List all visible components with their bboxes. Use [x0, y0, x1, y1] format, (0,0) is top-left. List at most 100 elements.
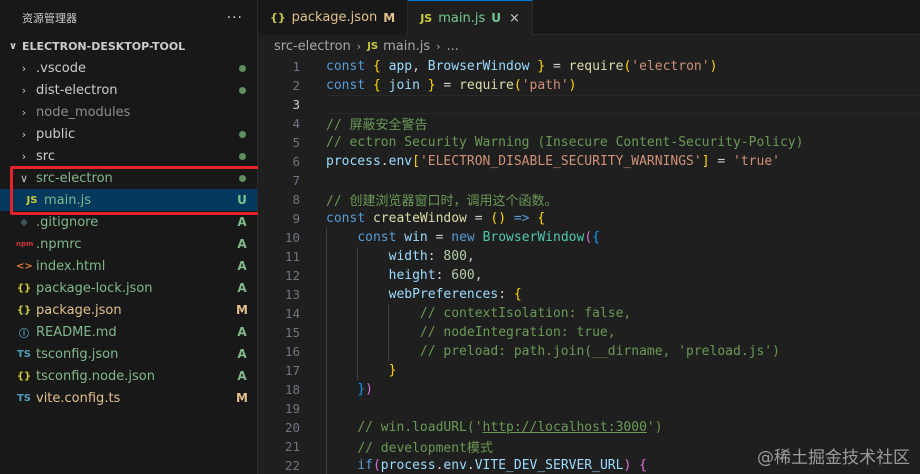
- tree-item-label: tsconfig.json: [36, 346, 119, 362]
- indent-guide: [357, 361, 359, 380]
- tree-item[interactable]: › dist-electron: [0, 79, 257, 101]
- line-number: 2: [292, 78, 300, 93]
- tree-item[interactable]: ◆ .gitignore A: [0, 211, 257, 233]
- tree-item-label: package-lock.json: [36, 280, 153, 296]
- tree-item[interactable]: {} package-lock.json A: [0, 277, 257, 299]
- code-line[interactable]: 20 // win.loadURL('http://localhost:3000…: [258, 418, 920, 437]
- code-line[interactable]: 4 // 屏蔽安全警告: [258, 114, 920, 133]
- chevron-right-icon: ›: [436, 39, 441, 53]
- modified-dot-icon: [227, 152, 257, 160]
- line-number: 10: [284, 230, 300, 245]
- tree-item[interactable]: › src: [0, 145, 257, 167]
- code-editor[interactable]: 1 const { app, BrowserWindow } = require(…: [258, 57, 920, 474]
- indent-guide: [388, 304, 390, 323]
- editor-tabs: {} package.json M JS main.js U ×: [258, 0, 920, 35]
- tree-item[interactable]: TS tsconfig.json A: [0, 343, 257, 365]
- line-number: 19: [284, 401, 300, 416]
- tree-item[interactable]: › node_modules: [0, 101, 257, 123]
- indent-guide: [326, 323, 327, 342]
- indent-guide: [326, 456, 327, 474]
- tab-main-js[interactable]: JS main.js U ×: [408, 0, 533, 35]
- json-file-icon: {}: [270, 11, 286, 24]
- code-line[interactable]: 12 height: 600,: [258, 266, 920, 285]
- code-line[interactable]: 7: [258, 171, 920, 190]
- code-text: // ectron Security Warning (Insecure Con…: [326, 135, 804, 150]
- code-text: // nodeIntegration: true,: [419, 325, 616, 340]
- tree-item[interactable]: › .vscode: [0, 57, 257, 79]
- code-line[interactable]: 11 width: 800,: [258, 247, 920, 266]
- breadcrumb: src-electron › JS main.js › ...: [258, 35, 920, 57]
- code-line[interactable]: 14 // contextIsolation: false,: [258, 304, 920, 323]
- git-status-badge: A: [237, 281, 247, 295]
- tab-package-json[interactable]: {} package.json M: [258, 0, 409, 35]
- git-status-badge: M: [236, 391, 248, 405]
- indent-guide: [357, 323, 359, 342]
- tree-item-label: public: [36, 126, 76, 142]
- tree-item[interactable]: <> index.html A: [0, 255, 257, 277]
- tree-item-label: index.html: [36, 258, 106, 274]
- tree-item[interactable]: JS main.js U: [0, 189, 257, 211]
- code-line[interactable]: 8 // 创建浏览器窗口时，调用这个函数。: [258, 190, 920, 209]
- line-number: 11: [284, 249, 300, 264]
- code-line[interactable]: 19: [258, 399, 920, 418]
- tree-item[interactable]: TS vite.config.ts M: [0, 387, 257, 409]
- tab-label: package.json: [291, 10, 378, 25]
- code-line[interactable]: 9 const createWindow = () => {: [258, 209, 920, 228]
- breadcrumb-folder[interactable]: src-electron: [274, 39, 351, 54]
- tree-item[interactable]: {} package.json M: [0, 299, 257, 321]
- indent-guide: [326, 437, 327, 456]
- code-line[interactable]: 2 const { join } = require('path'): [258, 76, 920, 95]
- tree-item-label: src-electron: [36, 170, 113, 186]
- tree-item-label: .gitignore: [36, 214, 99, 230]
- indent-guide: [326, 418, 327, 437]
- code-line[interactable]: 17 }: [258, 361, 920, 380]
- git-status-badge: A: [237, 259, 247, 273]
- close-icon[interactable]: ×: [509, 11, 520, 26]
- code-line[interactable]: 13 webPreferences: {: [258, 285, 920, 304]
- indent-guide: [326, 361, 327, 380]
- tree-item[interactable]: {} tsconfig.node.json A: [0, 365, 257, 387]
- tree-item-label: README.md: [36, 324, 117, 340]
- tree-item[interactable]: ∨ src-electron: [0, 167, 257, 189]
- code-line[interactable]: 5 // ectron Security Warning (Insecure Co…: [258, 133, 920, 152]
- line-number: 16: [284, 344, 300, 359]
- code-line[interactable]: 3: [258, 95, 920, 114]
- code-text: // 创建浏览器窗口时，调用这个函数。: [326, 194, 558, 209]
- modified-dot-icon: [227, 64, 257, 72]
- code-line[interactable]: 6 process.env['ELECTRON_DISABLE_SECURITY_…: [258, 152, 920, 171]
- indent-guide: [357, 304, 359, 323]
- line-number: 8: [292, 192, 300, 207]
- git-status-badge: A: [237, 215, 247, 229]
- code-line[interactable]: 16 // preload: path.join(__dirname, 'pre…: [258, 342, 920, 361]
- js-file-icon: JS: [367, 40, 379, 52]
- git-file-icon: ◆: [20, 216, 28, 228]
- tree-item[interactable]: › public: [0, 123, 257, 145]
- breadcrumb-file[interactable]: main.js: [383, 39, 430, 54]
- indent-guide: [357, 342, 359, 361]
- indent-guide: [326, 228, 327, 247]
- watermark: @稀土掘金技术社区: [757, 448, 910, 468]
- indent-guide: [357, 266, 359, 285]
- code-line[interactable]: 15 // nodeIntegration: true,: [258, 323, 920, 342]
- tree-item[interactable]: npm .npmrc A: [0, 233, 257, 255]
- breadcrumb-symbol[interactable]: ...: [447, 39, 459, 54]
- code-text: const win = new BrowserWindow({: [357, 230, 600, 245]
- line-number: 5: [292, 135, 300, 150]
- git-status-badge: A: [237, 347, 247, 361]
- project-name: ELECTRON-DESKTOP-TOOL: [22, 39, 186, 53]
- line-number: 17: [284, 363, 300, 378]
- project-section-header[interactable]: ∨ ELECTRON-DESKTOP-TOOL: [0, 35, 257, 57]
- line-number: 13: [284, 287, 300, 302]
- indent-guide: [326, 399, 327, 418]
- code-line[interactable]: 10 const win = new BrowserWindow({: [258, 228, 920, 247]
- code-line[interactable]: 1 const { app, BrowserWindow } = require(…: [258, 57, 920, 76]
- indent-guide: [388, 342, 390, 361]
- more-actions-icon[interactable]: ···: [227, 10, 243, 26]
- tree-item[interactable]: ⓘ README.md A: [0, 321, 257, 343]
- code-text: // win.loadURL('http://localhost:3000'): [357, 420, 663, 435]
- code-line[interactable]: 18 }): [258, 380, 920, 399]
- line-number: 22: [284, 458, 300, 473]
- line-number: 7: [292, 173, 300, 188]
- git-status-badge: U: [237, 193, 247, 207]
- chevron-right-icon: ›: [21, 61, 27, 75]
